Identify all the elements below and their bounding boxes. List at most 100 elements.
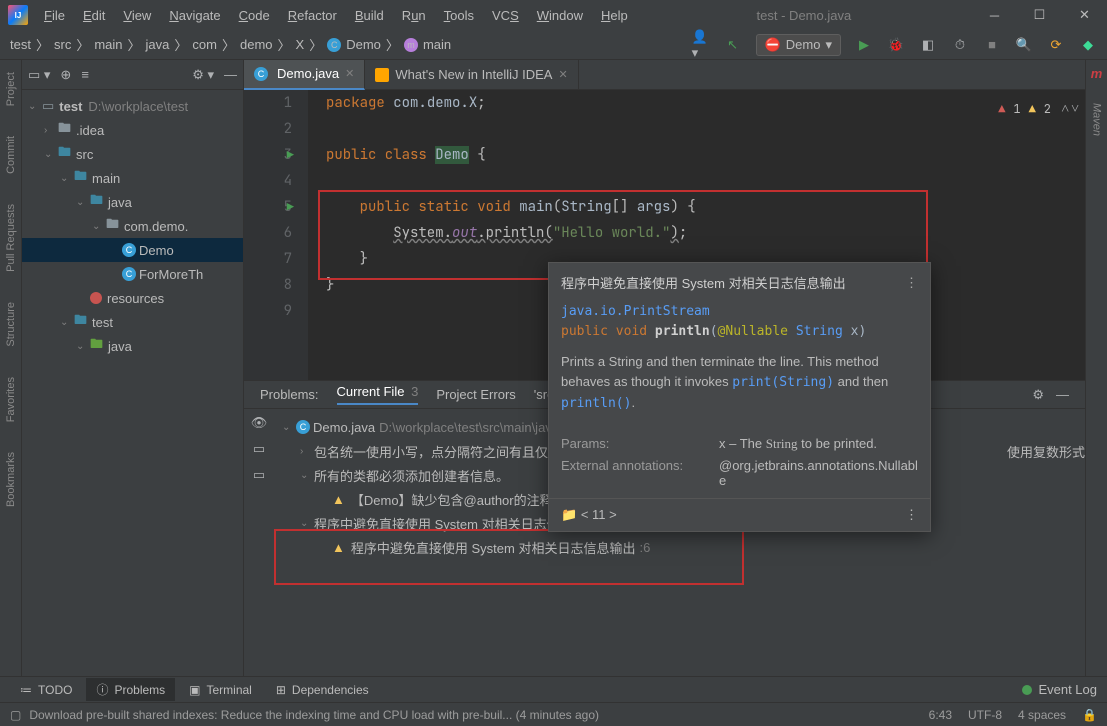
code-line[interactable] <box>326 168 1085 194</box>
tree-row[interactable]: ⌄🖿src <box>22 142 243 166</box>
crumb[interactable]: Demo <box>346 37 381 52</box>
indent[interactable]: 4 spaces <box>1018 708 1066 722</box>
doc-link[interactable]: println() <box>561 396 631 411</box>
window-title: test - Demo.java <box>636 8 972 23</box>
hide-icon[interactable]: — <box>224 67 237 82</box>
crumb[interactable]: src <box>54 37 71 52</box>
tab-problems[interactable]: ⓘProblems <box>86 678 175 701</box>
menu-build[interactable]: Build <box>347 4 392 27</box>
tree-row[interactable]: ⌄🖿com.demo. <box>22 214 243 238</box>
run-gutter-icon[interactable]: ▶ <box>287 142 294 168</box>
problem-row[interactable]: ▲程序中避免直接使用 System 对相关日志信息输出:6 <box>274 535 1085 559</box>
close-icon[interactable]: ✕ <box>345 67 354 80</box>
menu-run[interactable]: Run <box>394 4 434 27</box>
menu-code[interactable]: Code <box>231 4 278 27</box>
tab-todo[interactable]: ≔TODO <box>10 680 82 700</box>
tree-row[interactable]: ⌄🖿main <box>22 166 243 190</box>
encoding[interactable]: UTF-8 <box>968 708 1002 722</box>
menu-edit[interactable]: Edit <box>75 4 113 27</box>
lock-icon[interactable]: 🔒 <box>1082 708 1097 722</box>
eye-icon[interactable]: 👁 <box>251 415 268 431</box>
menu-window[interactable]: Window <box>529 4 591 27</box>
strip-commit[interactable]: Commit <box>3 130 19 180</box>
strip-pull-requests[interactable]: Pull Requests <box>3 198 19 278</box>
doc-link[interactable]: print(String) <box>732 375 834 390</box>
menu-file[interactable]: File <box>36 4 73 27</box>
tab-project-errors[interactable]: Project Errors <box>436 387 515 402</box>
tab-terminal[interactable]: ▣Terminal <box>179 680 262 700</box>
code-line[interactable]: package com.demo.X; <box>326 90 1085 116</box>
tab-demo-java[interactable]: C Demo.java ✕ <box>244 60 365 90</box>
tab-dependencies[interactable]: ⊞Dependencies <box>266 680 379 700</box>
minimize-button[interactable]: ─ <box>972 0 1017 30</box>
crumb[interactable]: X <box>296 37 305 52</box>
sync-icon[interactable]: ⟳ <box>1047 36 1065 54</box>
menu-tools[interactable]: Tools <box>436 4 482 27</box>
profiler-icon[interactable]: ⏱ <box>951 36 969 54</box>
gear-icon[interactable]: ⚙ <box>1032 387 1044 403</box>
editor-gutter[interactable]: 123▶45▶6789 <box>244 90 308 380</box>
tool-window-icon[interactable]: ▢ <box>10 708 21 722</box>
crumb[interactable]: java <box>146 37 170 52</box>
back-icon[interactable]: ↖ <box>724 36 742 54</box>
strip-project[interactable]: Project <box>3 66 19 112</box>
prev-highlight-icon[interactable]: ˄ <box>1061 96 1069 122</box>
search-icon[interactable]: 🔍 <box>1015 36 1033 54</box>
run-config-select[interactable]: ⛔ Demo ▾ <box>756 34 841 56</box>
tab-current-file[interactable]: Current File 3 <box>337 384 419 405</box>
expand-icon[interactable]: ≡ <box>81 67 89 82</box>
hide-icon[interactable]: — <box>1056 387 1069 403</box>
close-button[interactable]: ✕ <box>1062 0 1107 30</box>
menu-vcs[interactable]: VCS <box>484 4 527 27</box>
panel-icon[interactable]: ▭ <box>253 441 265 457</box>
main-menu: File Edit View Navigate Code Refactor Bu… <box>36 4 636 27</box>
tree-row[interactable]: ⌄🖿java <box>22 190 243 214</box>
tree-row[interactable]: ›🖿.idea <box>22 118 243 142</box>
crumb[interactable]: demo <box>240 37 273 52</box>
run-gutter-icon[interactable]: ▶ <box>287 194 294 220</box>
tab-event-log[interactable]: Event Log <box>1038 682 1097 697</box>
next-highlight-icon[interactable]: ˅ <box>1071 96 1079 122</box>
more-icon[interactable]: ⋮ <box>905 275 918 291</box>
menu-view[interactable]: View <box>115 4 159 27</box>
strip-bookmarks[interactable]: Bookmarks <box>3 446 19 513</box>
tree-row[interactable]: resources <box>22 286 243 310</box>
gear-icon[interactable]: ⚙ ▾ <box>192 67 214 83</box>
maximize-button[interactable]: ☐ <box>1017 0 1062 30</box>
menu-refactor[interactable]: Refactor <box>280 4 345 27</box>
menu-navigate[interactable]: Navigate <box>161 4 228 27</box>
code-line[interactable]: public class Demo { <box>326 142 1085 168</box>
source-icon[interactable]: 📁 < 11 > <box>561 507 617 523</box>
code-line[interactable]: public static void main(String[] args) { <box>326 194 1085 220</box>
inspection-summary[interactable]: ▲1 ▲2 <box>998 96 1051 122</box>
stop-icon[interactable]: ■ <box>983 36 1001 54</box>
project-select-icon[interactable]: ▭ ▾ <box>28 67 50 83</box>
run-icon[interactable]: ▶ <box>855 36 873 54</box>
coverage-icon[interactable]: ◧ <box>919 36 937 54</box>
crumb[interactable]: main <box>94 37 122 52</box>
code-line[interactable]: System.out.println("Hello world."); <box>326 220 1085 246</box>
strip-favorites[interactable]: Favorites <box>3 371 19 428</box>
debug-icon[interactable]: 🐞 <box>887 36 905 54</box>
close-icon[interactable]: ✕ <box>558 68 567 81</box>
strip-maven[interactable]: Maven <box>1089 99 1105 140</box>
menu-help[interactable]: Help <box>593 4 636 27</box>
tree-row[interactable]: CDemo <box>22 238 243 262</box>
ide-icon[interactable]: ◆ <box>1079 36 1097 54</box>
strip-structure[interactable]: Structure <box>3 296 19 353</box>
tree-row[interactable]: ⌄🖿test <box>22 310 243 334</box>
code-line[interactable] <box>326 116 1085 142</box>
project-tree[interactable]: ⌄ ▭ test D:\workplace\test ›🖿.idea⌄🖿src⌄… <box>22 90 243 676</box>
crumb[interactable]: main <box>423 37 451 52</box>
user-icon[interactable]: 👤▾ <box>692 36 710 54</box>
cursor-position[interactable]: 6:43 <box>929 708 952 722</box>
crumb[interactable]: com <box>192 37 217 52</box>
locate-icon[interactable]: ⊕ <box>60 67 71 83</box>
crumb[interactable]: test <box>10 37 31 52</box>
tree-row[interactable]: CForMoreTh <box>22 262 243 286</box>
tab-whats-new[interactable]: What's New in IntelliJ IDEA ✕ <box>365 60 578 90</box>
tree-row[interactable]: ⌄🖿java <box>22 334 243 358</box>
more-icon[interactable]: ⋮ <box>905 507 918 523</box>
popup-package[interactable]: java.io.PrintStream <box>561 304 710 319</box>
panel-icon2[interactable]: ▭ <box>253 467 265 483</box>
